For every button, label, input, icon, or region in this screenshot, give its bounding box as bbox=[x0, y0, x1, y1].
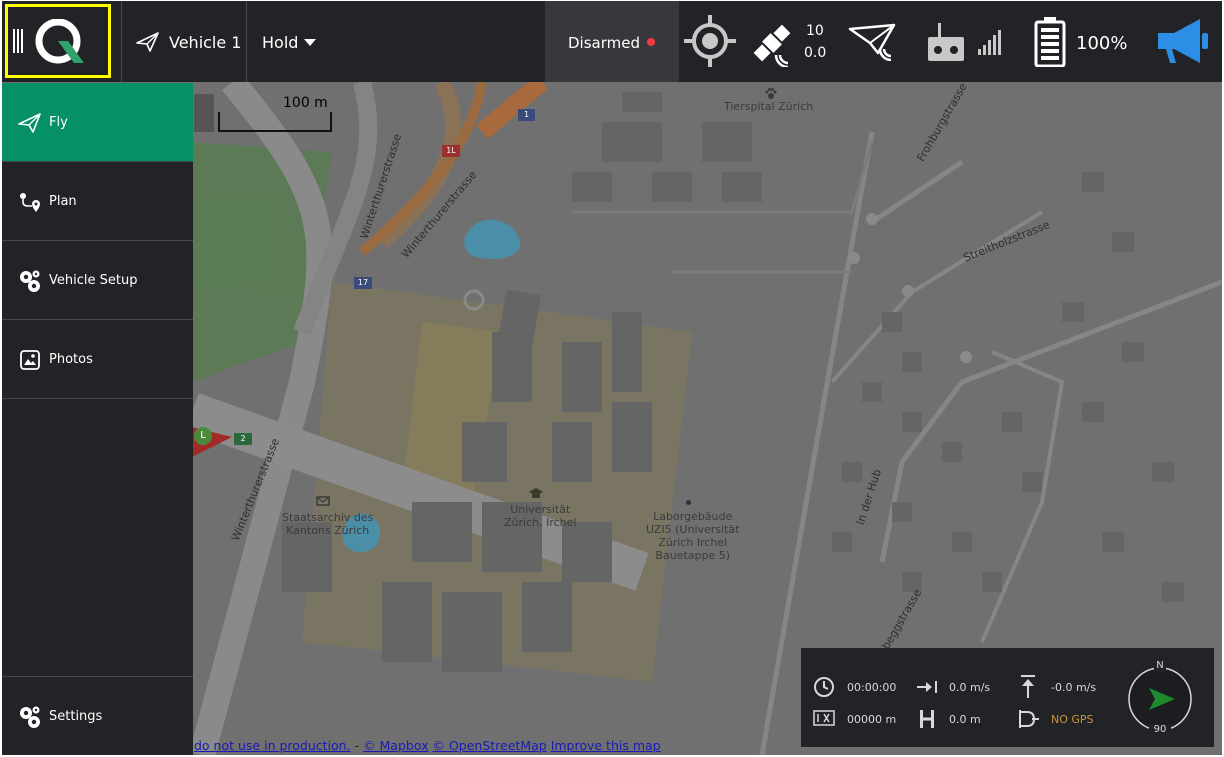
sidebar-item-plan[interactable]: Plan bbox=[2, 162, 193, 241]
plan-route-icon bbox=[20, 193, 40, 212]
attribution-separator: - bbox=[350, 738, 364, 753]
gps-indicator[interactable]: 10 0.0 bbox=[750, 15, 830, 69]
compass-north-label: N bbox=[1154, 660, 1166, 672]
flight-mode-dropdown[interactable]: Hold bbox=[262, 29, 322, 55]
map-label-tierspital: Tierspital Zürich bbox=[724, 100, 814, 113]
compass-dial bbox=[1128, 667, 1192, 731]
battery-icon bbox=[1034, 17, 1066, 67]
qgc-logo bbox=[35, 19, 84, 64]
clock-icon bbox=[814, 677, 834, 697]
paper-plane-icon bbox=[136, 32, 159, 52]
rc-rssi-indicator[interactable] bbox=[926, 19, 1006, 63]
sidebar-item-settings[interactable]: Settings bbox=[2, 676, 193, 755]
toolbar-divider bbox=[121, 1, 122, 82]
landmark-marker-l: L bbox=[194, 427, 212, 445]
signal-bars-icon bbox=[978, 30, 1001, 55]
altitude: 0.0 m bbox=[949, 713, 981, 726]
sidebar-item-label: Fly bbox=[49, 115, 68, 130]
chevron-down-icon bbox=[304, 39, 316, 46]
paper-plane-icon bbox=[18, 113, 41, 133]
road-shield-17: 17 bbox=[354, 277, 372, 289]
status-dot-icon bbox=[647, 38, 655, 46]
road-shield-1l: 1L bbox=[442, 145, 460, 157]
top-toolbar: Vehicle 1 Hold Disarmed 10 0.0 100% bbox=[2, 1, 1222, 82]
map-edge-tab bbox=[194, 94, 214, 132]
sidebar-item-vehicle-setup[interactable]: Vehicle Setup bbox=[2, 241, 193, 320]
road-shield-1: 1 bbox=[518, 109, 535, 121]
gps-status-icon bbox=[1019, 710, 1039, 728]
attribution-warning-link[interactable]: do not use in production. bbox=[194, 738, 351, 753]
compass: N 90 bbox=[1127, 660, 1193, 736]
graduation-cap-icon bbox=[529, 488, 543, 498]
gears-icon bbox=[20, 270, 40, 292]
battery-indicator[interactable]: 100% bbox=[1034, 15, 1134, 69]
map-label-staatsarchiv: Staatsarchiv des Kantons Zürich bbox=[282, 511, 374, 537]
ground-speed-icon bbox=[917, 681, 937, 693]
heading-label: 90 bbox=[1149, 724, 1171, 736]
map-attribution: do not use in production. - © Mapbox © O… bbox=[194, 738, 661, 753]
gps-satellite-count: 10 bbox=[806, 23, 824, 39]
distance-icon bbox=[813, 710, 835, 726]
gears-icon bbox=[20, 706, 40, 728]
sidebar-item-photos[interactable]: Photos bbox=[2, 320, 193, 399]
altitude-icon bbox=[920, 710, 934, 728]
gps-hdop: 0.0 bbox=[804, 45, 827, 61]
openstreetmap-link[interactable]: © OpenStreetMap bbox=[432, 738, 546, 753]
gimbal-target-icon[interactable] bbox=[684, 15, 736, 67]
scale-bar bbox=[218, 112, 332, 132]
megaphone-icon[interactable] bbox=[1156, 17, 1210, 65]
rc-remote-icon bbox=[928, 23, 964, 61]
archive-icon bbox=[316, 496, 330, 506]
toolbar-divider bbox=[246, 1, 247, 82]
sidebar-item-fly[interactable]: Fly bbox=[2, 83, 193, 162]
arm-status-button[interactable]: Disarmed bbox=[545, 1, 679, 82]
vehicle-message-icon[interactable] bbox=[848, 23, 900, 61]
map-label-laborgebaeude: Laborgebäude UZI5 (Universität Zürich Ir… bbox=[646, 510, 740, 562]
vehicle-selector[interactable]: Vehicle 1 bbox=[136, 29, 241, 55]
mapbox-link[interactable]: © Mapbox bbox=[363, 738, 428, 753]
instrument-panel[interactable]: 00:00:00 0.0 m/s -0.0 m/s 00000 m 0.0 m … bbox=[801, 648, 1214, 747]
arm-status-label: Disarmed bbox=[568, 34, 640, 52]
road-shield-2: 2 bbox=[234, 433, 252, 445]
sidebar-item-label: Plan bbox=[49, 194, 77, 209]
distance: 00000 m bbox=[847, 713, 897, 726]
sidebar-item-label: Vehicle Setup bbox=[49, 273, 138, 288]
sidebar: Fly Plan Vehicle Setup Photos Settings bbox=[2, 83, 193, 755]
menu-icon bbox=[13, 29, 23, 53]
ground-speed: 0.0 m/s bbox=[949, 681, 991, 694]
sidebar-item-label: Photos bbox=[49, 352, 93, 367]
paw-icon bbox=[765, 88, 777, 99]
climb-rate: -0.0 m/s bbox=[1051, 681, 1097, 694]
satellite-icon bbox=[753, 24, 791, 67]
scale-label: 100 m bbox=[283, 95, 328, 111]
app-menu-button[interactable] bbox=[5, 4, 111, 78]
improve-map-link[interactable]: Improve this map bbox=[551, 738, 661, 753]
map-label-universitaet: Universität Zürich, Irchel bbox=[504, 503, 577, 529]
flight-time: 00:00:00 bbox=[847, 681, 897, 694]
photos-icon bbox=[20, 350, 40, 370]
battery-percent: 100% bbox=[1076, 33, 1128, 54]
climb-rate-icon bbox=[1021, 675, 1035, 698]
flight-mode-label: Hold bbox=[262, 33, 299, 52]
poi-dot-icon bbox=[686, 500, 691, 505]
vehicle-label: Vehicle 1 bbox=[169, 33, 242, 52]
sidebar-item-label: Settings bbox=[49, 709, 103, 724]
gps-status: NO GPS bbox=[1051, 713, 1094, 726]
